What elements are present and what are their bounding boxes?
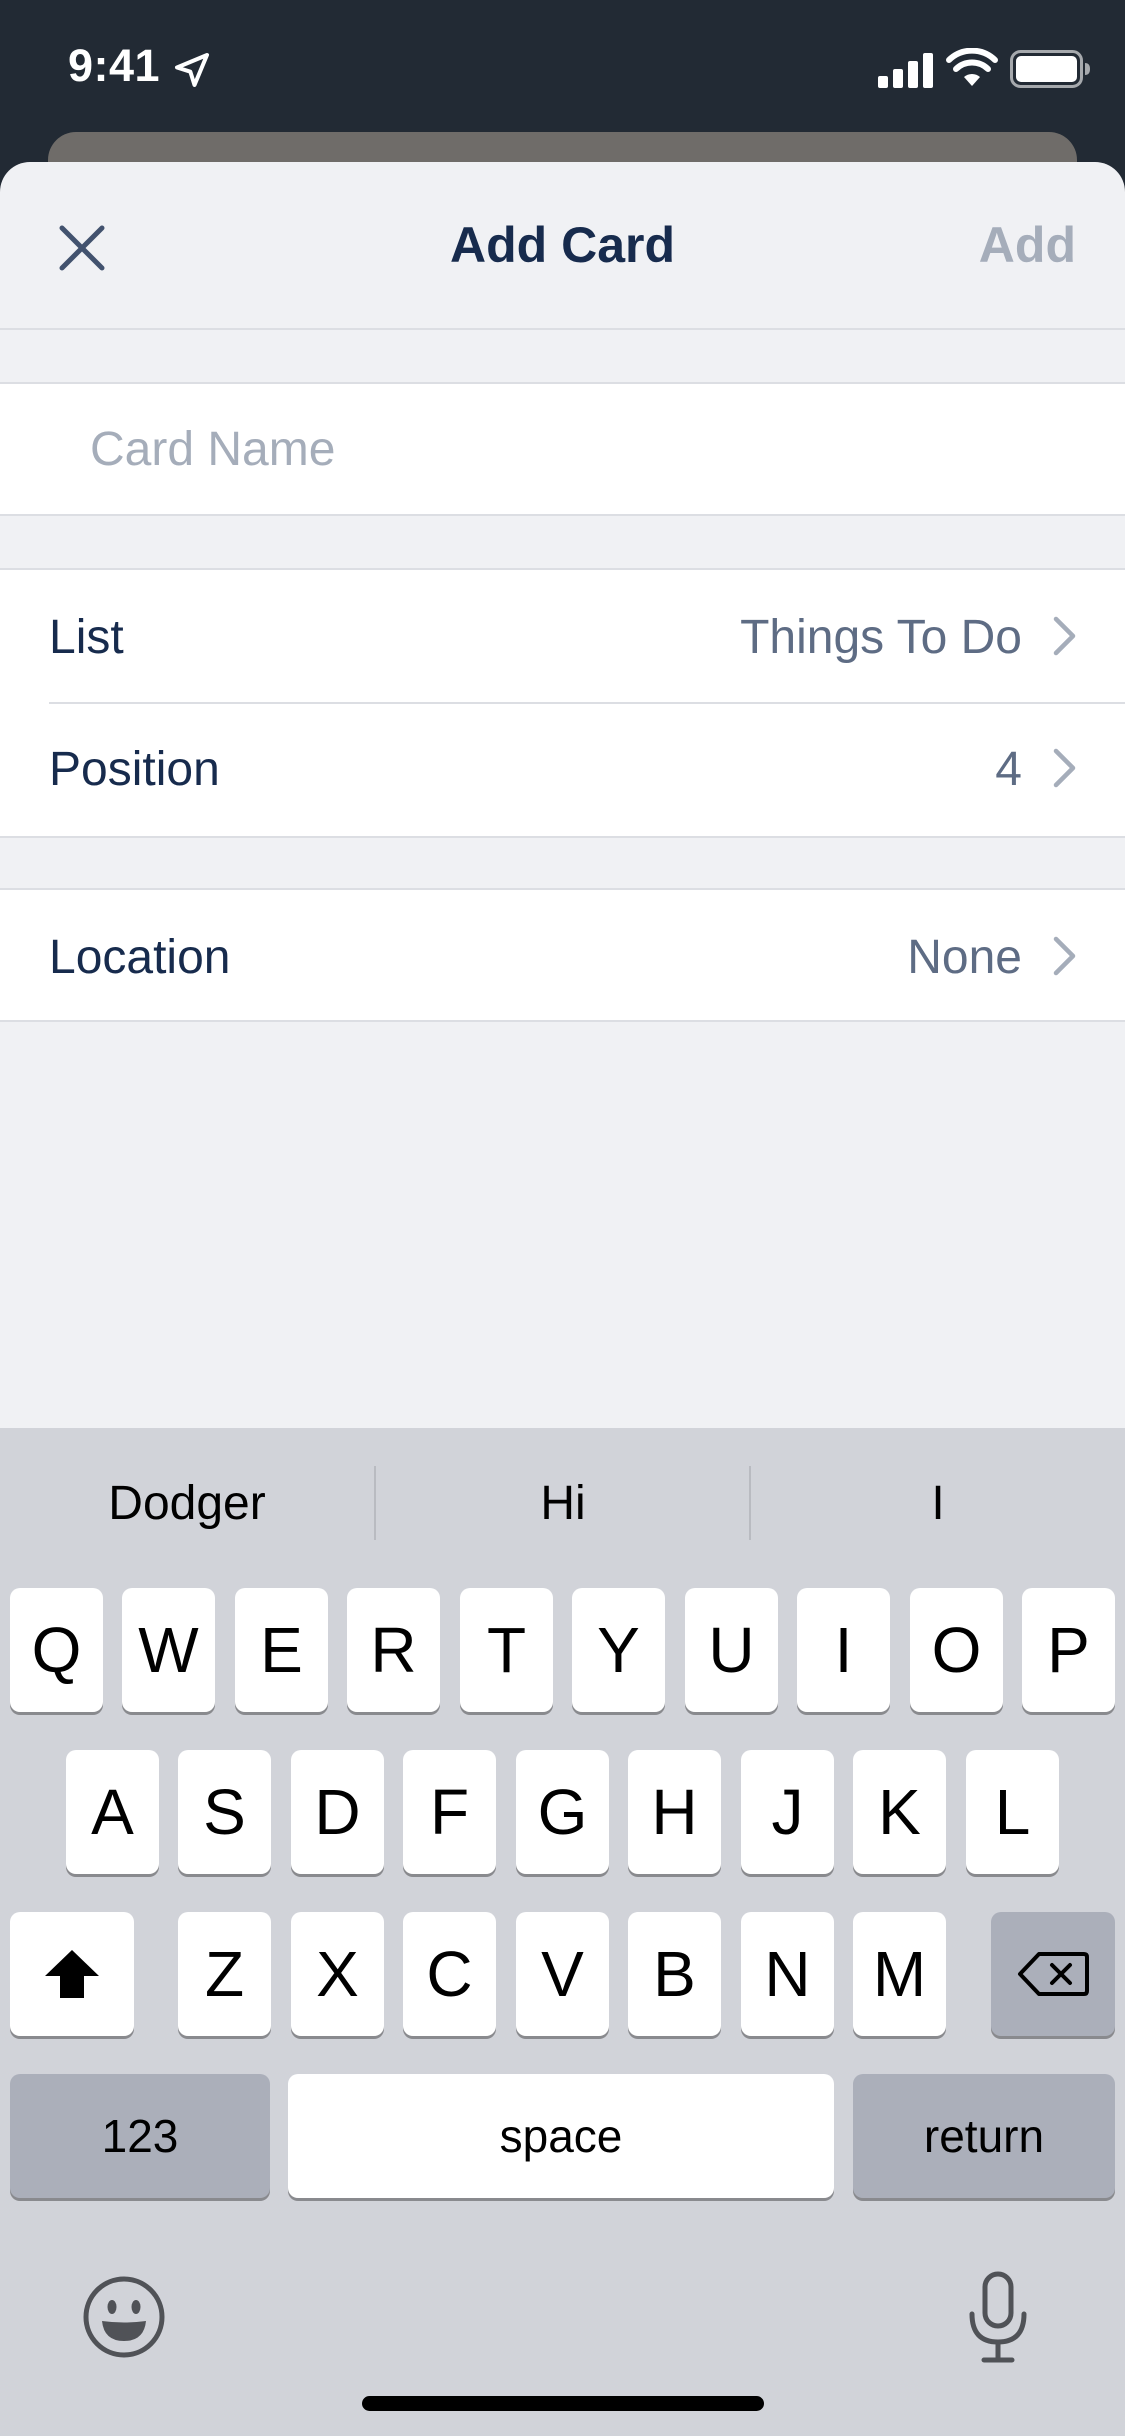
key-i[interactable]: I — [797, 1588, 890, 1712]
status-bar: 9:41 — [0, 0, 1125, 132]
key-o[interactable]: O — [910, 1588, 1003, 1712]
key-a[interactable]: A — [66, 1750, 159, 1874]
key-w[interactable]: W — [122, 1588, 215, 1712]
keyboard: Dodger Hi I Q W E R T Y U I O P A S D F … — [0, 1428, 1125, 2436]
key-n[interactable]: N — [741, 1912, 834, 2036]
status-time: 9:41 — [68, 40, 161, 91]
position-row[interactable]: Position 4 — [0, 702, 1125, 834]
card-name-input[interactable] — [90, 384, 1090, 514]
suggestion-item[interactable]: Dodger — [0, 1428, 374, 1578]
location-value: None — [907, 931, 1022, 984]
key-q[interactable]: Q — [10, 1588, 103, 1712]
key-g[interactable]: G — [516, 1750, 609, 1874]
key-h[interactable]: H — [628, 1750, 721, 1874]
card-name-section — [0, 382, 1125, 516]
suggestion-item[interactable]: I — [751, 1428, 1125, 1578]
microphone-icon — [969, 2271, 1027, 2363]
key-x[interactable]: X — [291, 1912, 384, 2036]
location-row[interactable]: Location None — [0, 890, 1125, 1022]
chevron-right-icon — [1053, 616, 1076, 656]
card-options-section: List Things To Do Position 4 — [0, 568, 1125, 838]
location-arrow-icon — [175, 53, 209, 87]
return-key[interactable]: return — [853, 2074, 1115, 2198]
suggestion-item[interactable]: Hi — [376, 1428, 750, 1578]
home-indicator[interactable] — [362, 2396, 764, 2411]
page-title: Add Card — [450, 217, 675, 273]
emoji-button[interactable] — [82, 2275, 166, 2359]
space-key[interactable]: space — [288, 2074, 834, 2198]
key-t[interactable]: T — [460, 1588, 553, 1712]
battery-icon — [1010, 50, 1090, 88]
key-f[interactable]: F — [403, 1750, 496, 1874]
key-r[interactable]: R — [347, 1588, 440, 1712]
shift-icon — [45, 1950, 99, 1998]
shift-key[interactable] — [10, 1912, 134, 2036]
key-s[interactable]: S — [178, 1750, 271, 1874]
list-row[interactable]: List Things To Do — [0, 570, 1125, 702]
list-label: List — [49, 611, 124, 664]
list-value: Things To Do — [740, 611, 1022, 664]
navigation-bar: Add Card Add — [0, 162, 1125, 330]
location-label: Location — [49, 931, 231, 984]
key-l[interactable]: L — [966, 1750, 1059, 1874]
cellular-signal-icon — [878, 53, 933, 88]
key-b[interactable]: B — [628, 1912, 721, 2036]
position-label: Position — [49, 743, 220, 796]
emoji-icon — [83, 2276, 165, 2358]
key-d[interactable]: D — [291, 1750, 384, 1874]
key-c[interactable]: C — [403, 1912, 496, 2036]
position-value: 4 — [995, 743, 1022, 796]
add-button[interactable]: Add — [979, 216, 1076, 274]
chevron-right-icon — [1053, 748, 1076, 788]
numbers-key[interactable]: 123 — [10, 2074, 270, 2198]
wifi-icon — [946, 48, 998, 86]
location-section: Location None — [0, 888, 1125, 1022]
key-v[interactable]: V — [516, 1912, 609, 2036]
key-z[interactable]: Z — [178, 1912, 271, 2036]
chevron-right-icon — [1053, 936, 1076, 976]
key-p[interactable]: P — [1022, 1588, 1115, 1712]
delete-key[interactable] — [991, 1912, 1115, 2036]
microphone-button[interactable] — [966, 2270, 1030, 2366]
key-j[interactable]: J — [741, 1750, 834, 1874]
key-u[interactable]: U — [685, 1588, 778, 1712]
key-e[interactable]: E — [235, 1588, 328, 1712]
key-k[interactable]: K — [853, 1750, 946, 1874]
delete-icon — [1018, 1952, 1089, 1996]
key-y[interactable]: Y — [572, 1588, 665, 1712]
suggestion-bar: Dodger Hi I — [0, 1428, 1125, 1578]
key-m[interactable]: M — [853, 1912, 946, 2036]
